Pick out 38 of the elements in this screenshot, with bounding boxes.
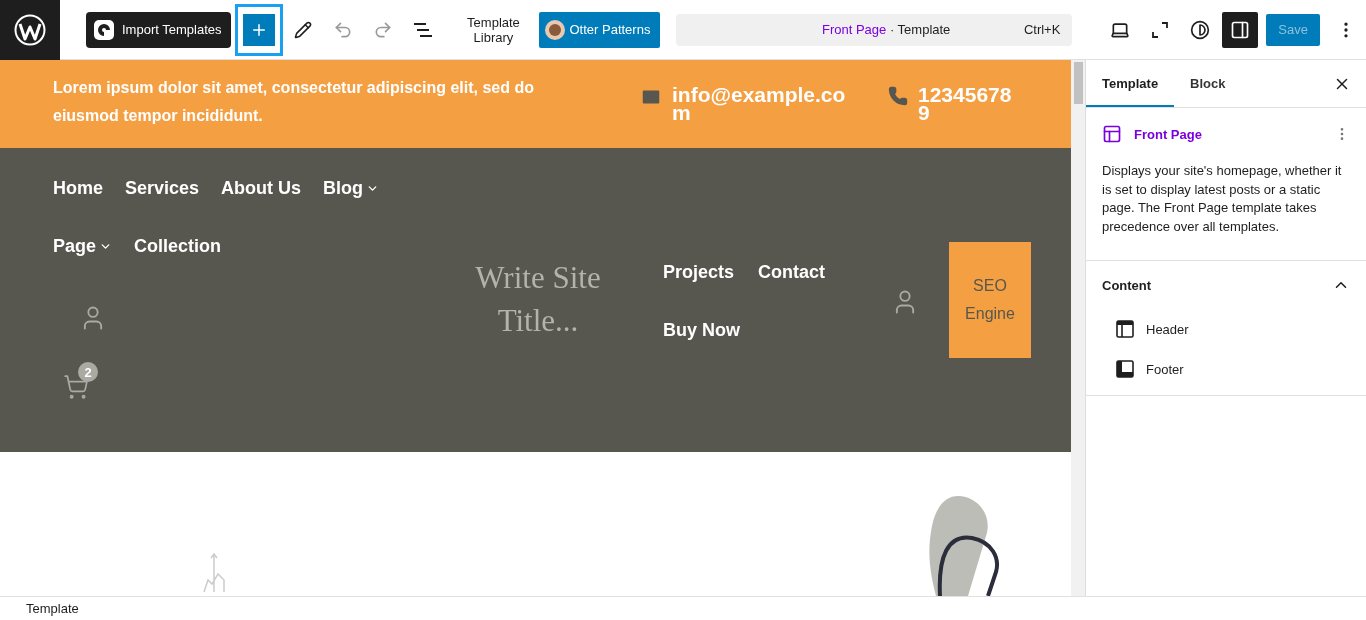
template-description: Displays your site's homepage, whether it is set to display latest posts or a static page. The Front Page template takes precedence over all templates. — [1102, 162, 1343, 236]
nav-link[interactable]: Collection — [134, 232, 222, 260]
wordpress-logo-icon — [14, 13, 46, 46]
import-templates-button[interactable]: Import Templates — [86, 11, 232, 48]
sidebar-toggle-icon[interactable] — [1222, 11, 1259, 48]
email-text: info@example.com — [672, 86, 847, 122]
scrollbar-thumb — [1074, 62, 1083, 104]
sidebar-tab[interactable]: Template — [1086, 60, 1175, 107]
nav-link[interactable]: Services — [125, 174, 200, 202]
otter-patterns-button[interactable]: Otter Patterns — [539, 11, 661, 48]
cta-button[interactable]: SEO Engine — [949, 242, 1031, 358]
logo-tile[interactable] — [0, 0, 60, 60]
nav-link[interactable]: Home — [53, 174, 103, 202]
template-name: Front Page — [1134, 126, 1203, 142]
template-part-item[interactable]: Header — [1086, 309, 1366, 349]
phone-icon — [888, 86, 908, 106]
template-icon — [1102, 124, 1122, 144]
status-bar-text: Template — [0, 596, 1366, 620]
site-title: Write Site Title... — [474, 259, 602, 340]
nav-link[interactable]: Buy Now — [663, 316, 740, 344]
header-part-icon — [1116, 320, 1134, 338]
brand-icon — [94, 19, 114, 40]
template-library-button[interactable]: Template Library — [457, 13, 530, 46]
phone-text: 123456789 — [918, 86, 1013, 122]
add-block-button[interactable] — [235, 3, 284, 56]
content-section-header[interactable]: Content — [1086, 261, 1366, 309]
footer-part-icon — [1116, 360, 1134, 378]
nav-link[interactable]: About Us — [221, 174, 302, 202]
sidebar-tab[interactable]: Block — [1174, 60, 1242, 107]
nav-link[interactable]: Blog — [323, 174, 380, 202]
nav-link[interactable]: Page — [53, 232, 113, 260]
command-bar[interactable]: Front Page · Template Ctrl+K — [676, 13, 1073, 46]
otter-avatar-icon — [545, 19, 566, 40]
nav-link[interactable]: Projects — [663, 258, 735, 286]
nav-link[interactable]: Contact — [758, 258, 826, 286]
cart-count: 2 — [78, 362, 98, 382]
template-part-item[interactable]: Footer — [1086, 349, 1366, 389]
announcement-text: Lorem ipsum dolor sit amet, consectetur adipiscing elit, sed do eiusmod tempor incididunt. — [53, 78, 535, 126]
